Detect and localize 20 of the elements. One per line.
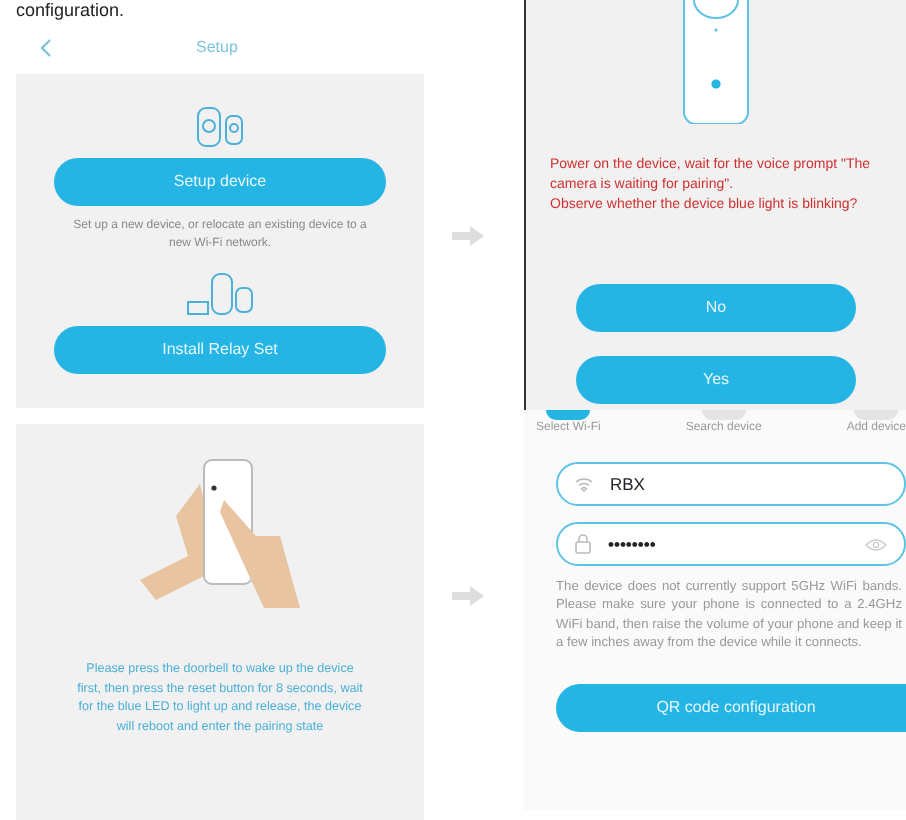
wifi-icon bbox=[574, 476, 594, 492]
wifi-name-field[interactable]: RBX bbox=[556, 462, 906, 506]
back-icon bbox=[40, 38, 52, 58]
password-value: •••••••• bbox=[608, 531, 658, 557]
screen-title: Setup bbox=[196, 36, 238, 60]
lock-icon bbox=[574, 534, 592, 554]
yes-button[interactable]: Yes bbox=[576, 356, 856, 404]
eye-icon bbox=[864, 537, 888, 551]
arrow-icon bbox=[452, 226, 484, 246]
setup-button[interactable]: Install Relay Set bbox=[54, 326, 386, 374]
password-field[interactable]: •••••••• bbox=[556, 522, 906, 566]
device-drawing bbox=[682, 0, 750, 124]
arrow-icon bbox=[452, 586, 484, 606]
relay-devices-icon bbox=[184, 270, 256, 318]
no-button[interactable]: No bbox=[576, 284, 856, 332]
setup-button[interactable]: Setup device bbox=[54, 158, 386, 206]
camera-devices-icon bbox=[194, 102, 246, 150]
wifi-name-value: RBX bbox=[610, 471, 645, 497]
caption-text: configuration. bbox=[16, 0, 125, 22]
qr-config-button[interactable]: QR code configuration bbox=[556, 683, 906, 732]
